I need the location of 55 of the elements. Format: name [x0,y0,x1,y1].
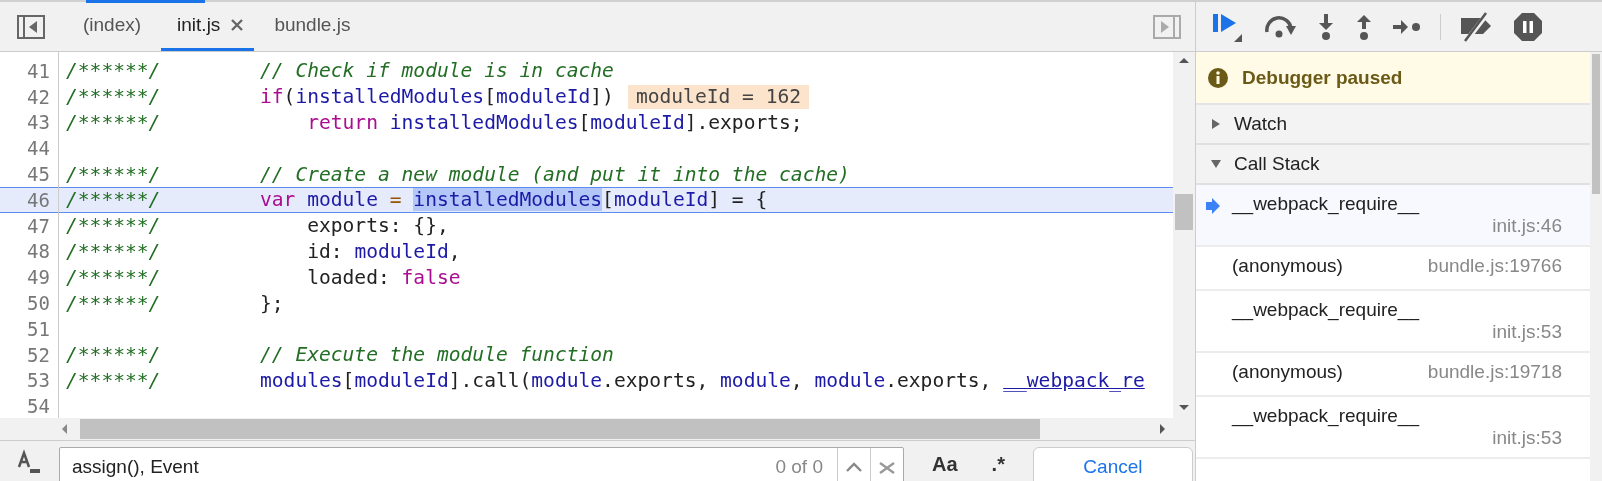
file-tab[interactable]: bundle.js [260,2,365,51]
line-number: 53 [26,369,50,392]
scrollbar[interactable] [1173,52,1195,418]
code-line: /******/ loaded: false [66,265,461,289]
file-tab[interactable]: (index) [69,2,156,51]
scrollbar[interactable] [1590,52,1602,481]
line-number: 48 [26,240,50,263]
code-line: /******/ exports: {}, [66,214,449,238]
code-line: /******/ if(installedModules[moduleId]) [66,85,614,109]
line-number: 42 [26,85,50,108]
code-line: /******/ // Check if module is in cache [66,59,614,83]
scroll-right-icon[interactable] [1159,423,1167,435]
code-line: /******/ modules[moduleId].call(module.exports, module, module.exports, __webpack_re [66,368,1145,392]
call-stack-frame[interactable]: __webpack_require__ init.js:46 [1196,185,1590,247]
line-number: 45 [26,163,50,186]
inline-value: moduleId = 162 [627,84,810,109]
sidebar-toggle-icon[interactable] [17,14,45,39]
match-case-button[interactable]: Aa [926,447,964,481]
scroll-thumb[interactable] [1175,194,1193,230]
pause-icon[interactable] [1513,11,1543,42]
sidebar-toggle-icon[interactable] [1153,14,1181,39]
info-icon [1208,67,1228,88]
line-number: 47 [26,214,50,237]
line-number: 51 [26,317,50,340]
line-number: 41 [26,59,50,82]
code-line: /******/ // Create a new module (and put it into the cache) [66,162,850,186]
line-number: 44 [26,137,50,160]
scroll-thumb[interactable] [1592,54,1600,194]
line-number: 52 [26,343,50,366]
current-frame-arrow-icon [1206,198,1220,214]
file-tab[interactable]: init.js [161,2,255,51]
code-line: /******/ }; [66,291,284,315]
scrollbar[interactable] [0,418,1195,440]
line-number: 49 [26,266,50,289]
section-header[interactable]: Watch [1196,105,1590,145]
scroll-down-icon[interactable] [1178,404,1190,412]
scroll-thumb[interactable] [80,419,1040,439]
status-text: Debugger paused [1242,66,1403,89]
line-number: 46 [26,188,50,211]
code-line: /******/ // Execute the module function [66,343,614,367]
regex-button[interactable]: .* [985,447,1011,481]
line-number: 50 [26,292,50,315]
line-number: 43 [26,111,50,134]
scroll-up-icon[interactable] [1178,56,1190,64]
code-line: /******/ return installedModules[moduleId].exports; [66,111,803,134]
close-icon[interactable] [230,18,245,32]
step-over-icon[interactable] [1264,13,1298,40]
code-line: /******/ id: moduleId, [66,239,461,263]
scroll-left-icon[interactable] [60,423,68,435]
match-count: 0 of 0 [775,456,823,478]
code-line: /******/ var module = installedModules[moduleId] = { [66,188,768,212]
line-number: 54 [26,395,50,418]
section-header[interactable]: Call Stack [1196,145,1590,185]
cancel-button[interactable]: Cancel [1032,447,1193,481]
search-field[interactable]: assign(), Event 0 of 0 [59,447,904,481]
